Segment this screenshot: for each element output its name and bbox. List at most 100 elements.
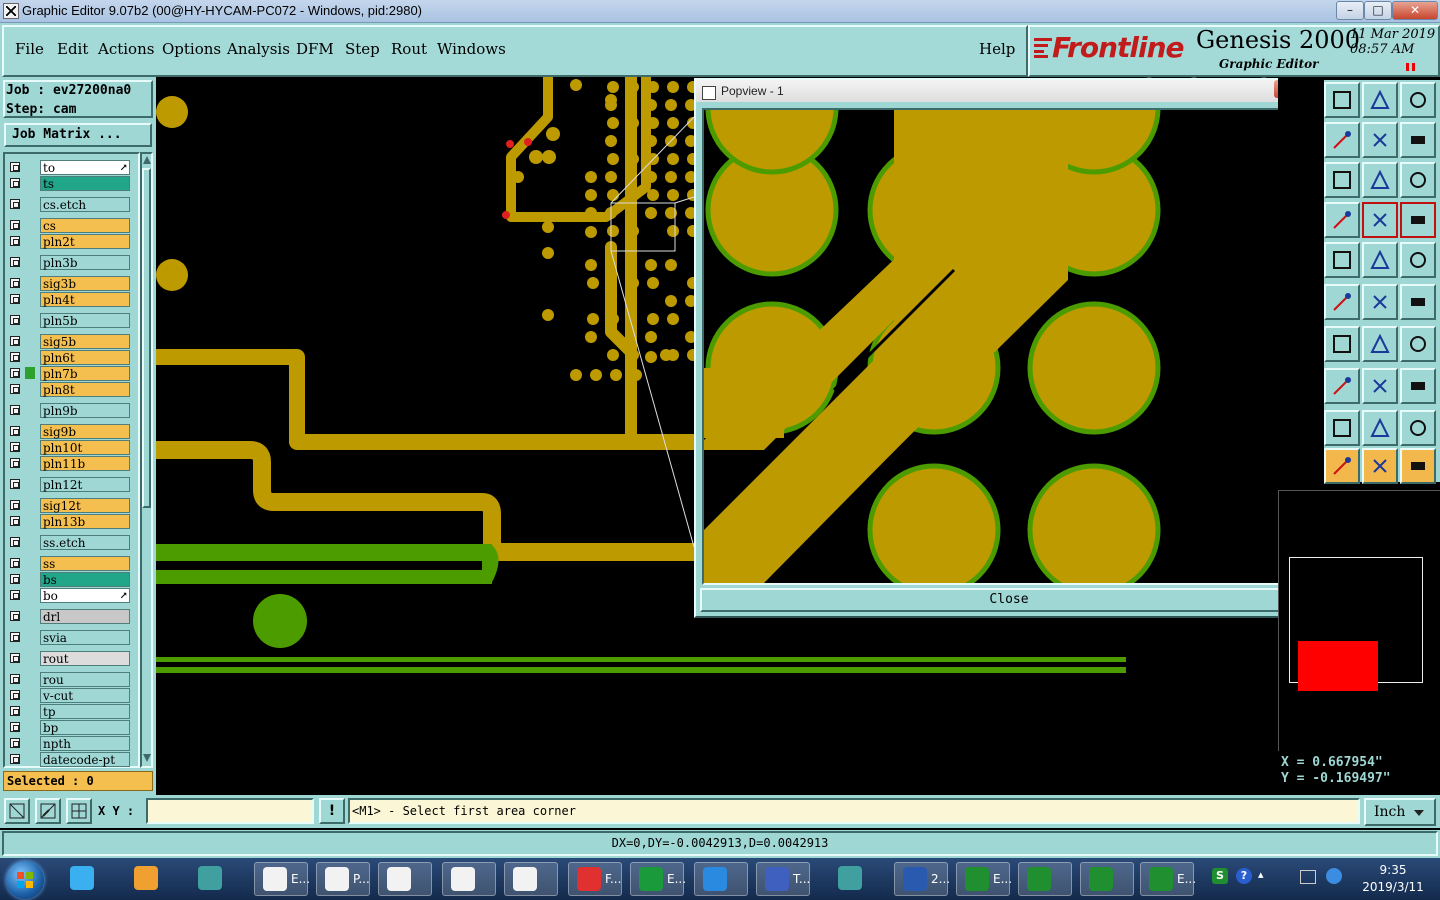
layer-row-drl[interactable]: drl: [8, 609, 130, 625]
maximize-button[interactable]: □: [1364, 1, 1392, 20]
layer-row-tp[interactable]: tp: [8, 704, 130, 720]
scroll-down-icon[interactable]: [143, 754, 151, 762]
layer-checkbox[interactable]: [10, 632, 20, 642]
layer-checkbox[interactable]: [10, 384, 20, 394]
taskbar-item-excel-icon[interactable]: [1018, 862, 1072, 896]
layer-name[interactable]: pln11b: [40, 456, 130, 471]
query-icon[interactable]: [1400, 162, 1436, 198]
clock-time[interactable]: 9:35: [1370, 863, 1416, 877]
layer-name[interactable]: v-cut: [40, 688, 130, 703]
layer-compare-icon[interactable]: [1362, 202, 1398, 238]
scroll-up-icon[interactable]: [143, 156, 151, 164]
rotate-icon[interactable]: [1362, 326, 1398, 362]
alert-icon[interactable]: !: [319, 798, 345, 824]
layer-row-sig12t[interactable]: sig12t: [8, 498, 130, 514]
layer-checkbox[interactable]: [10, 590, 20, 600]
measure-icon[interactable]: [35, 798, 61, 824]
layer-row-pln9b[interactable]: pln9b: [8, 403, 130, 419]
layer-name[interactable]: to ⭧: [40, 160, 130, 175]
layer-row-ss.etch[interactable]: ss.etch: [8, 535, 130, 551]
taskbar-item-eye-icon[interactable]: [190, 862, 244, 896]
zoom-area-icon[interactable]: [4, 798, 30, 824]
layer-row-sig3b[interactable]: sig3b: [8, 276, 130, 292]
taskbar-item-shell-icon[interactable]: [126, 862, 180, 896]
menu-windows[interactable]: Windows: [437, 40, 506, 58]
taskbar-item-genesis-window-icon[interactable]: [378, 862, 432, 896]
layer-row-pln6t[interactable]: pln6t: [8, 350, 130, 366]
layer-checkbox[interactable]: [10, 199, 20, 209]
layer-row-svia[interactable]: svia: [8, 630, 130, 646]
layer-name[interactable]: pln4t: [40, 292, 130, 307]
layer-row-bo[interactable]: bo ⭧: [8, 588, 130, 604]
taskbar-item-bird-icon[interactable]: [62, 862, 116, 896]
zoom-fit-icon[interactable]: [1324, 162, 1360, 198]
layer-row-to[interactable]: to ⭧: [8, 160, 130, 176]
layer-checkbox[interactable]: [10, 236, 20, 246]
grid-icon[interactable]: [66, 798, 92, 824]
layer-name[interactable]: drl: [40, 609, 130, 624]
copy-icon[interactable]: [1400, 368, 1436, 404]
scroll-thumb[interactable]: [142, 168, 151, 508]
layer-checkbox[interactable]: [10, 690, 20, 700]
menu-rout[interactable]: Rout: [391, 40, 427, 58]
layer-checkbox[interactable]: [10, 458, 20, 468]
taskbar-item-genesis-window-icon[interactable]: P...: [316, 862, 370, 896]
layer-row-rout[interactable]: rout: [8, 651, 130, 667]
layer-name[interactable]: sig3b: [40, 276, 130, 291]
layer-row-rou[interactable]: rou: [8, 672, 130, 688]
layer-name[interactable]: datecode-pt: [40, 752, 130, 767]
layer-name[interactable]: bo ⭧: [40, 588, 130, 603]
layer-name[interactable]: ss.etch: [40, 535, 130, 550]
menu-analysis[interactable]: Analysis: [227, 40, 290, 58]
layer-row-pln7b[interactable]: pln7b: [8, 366, 130, 382]
taskbar-item-foxit-icon[interactable]: F...: [568, 862, 622, 896]
popview-close-button[interactable]: Close: [700, 588, 1318, 612]
layer-checkbox[interactable]: [10, 162, 20, 172]
layer-row-bp[interactable]: bp: [8, 720, 130, 736]
scale-icon[interactable]: [1362, 162, 1398, 198]
menu-dfm[interactable]: DFM: [296, 40, 334, 58]
xy-input[interactable]: [146, 798, 314, 824]
taskbar-item-excel-icon[interactable]: [1080, 862, 1134, 896]
tray-help-icon[interactable]: ?: [1236, 868, 1252, 884]
draw-line-icon[interactable]: [1324, 242, 1360, 278]
taskbar-item-excel-icon[interactable]: E...: [1140, 862, 1196, 896]
layer-name[interactable]: rout: [40, 651, 130, 666]
taskbar-item-floppy-icon[interactable]: T...: [756, 862, 810, 896]
layer-row-cs.etch[interactable]: cs.etch: [8, 197, 130, 213]
connect-red-icon[interactable]: [1400, 284, 1436, 320]
menu-edit[interactable]: Edit: [57, 40, 88, 58]
layer-name[interactable]: pln3b: [40, 255, 130, 270]
layer-name[interactable]: bs: [40, 572, 130, 587]
layer-name[interactable]: sig5b: [40, 334, 130, 349]
popview-canvas[interactable]: [702, 108, 1282, 585]
taskbar-item-word-icon[interactable]: 2...: [894, 862, 950, 896]
layer-checkbox[interactable]: [10, 537, 20, 547]
arc-text-icon[interactable]: [1362, 410, 1398, 446]
layer-row-sig5b[interactable]: sig5b: [8, 334, 130, 350]
layer-name[interactable]: rou: [40, 672, 130, 687]
layer-name[interactable]: bp: [40, 720, 130, 735]
layer-checkbox[interactable]: [10, 405, 20, 415]
layer-checkbox[interactable]: [10, 178, 20, 188]
layer-compare-red-icon[interactable]: [1400, 202, 1436, 238]
layer-name[interactable]: pln5b: [40, 313, 130, 328]
layer-scrollbar[interactable]: [140, 152, 153, 768]
measure-box-icon[interactable]: [1362, 368, 1398, 404]
fit-window-icon[interactable]: [1400, 82, 1436, 118]
route-icon[interactable]: [1400, 448, 1436, 484]
layer-name[interactable]: ts: [40, 176, 130, 191]
tray-s-icon[interactable]: S: [1212, 868, 1228, 884]
home-icon[interactable]: [1362, 82, 1398, 118]
cross-icon[interactable]: [1324, 284, 1360, 320]
layer-row-ss[interactable]: ss: [8, 556, 130, 572]
layer-row-cs[interactable]: cs: [8, 218, 130, 234]
layer-row-pln4t[interactable]: pln4t: [8, 292, 130, 308]
layer-name[interactable]: cs.etch: [40, 197, 130, 212]
layer-checkbox[interactable]: [10, 315, 20, 325]
layer-checkbox[interactable]: [10, 558, 20, 568]
layer-checkbox[interactable]: [10, 653, 20, 663]
layer-checkbox[interactable]: [10, 278, 20, 288]
layer-checkbox[interactable]: [10, 754, 20, 764]
start-button[interactable]: [6, 861, 44, 899]
